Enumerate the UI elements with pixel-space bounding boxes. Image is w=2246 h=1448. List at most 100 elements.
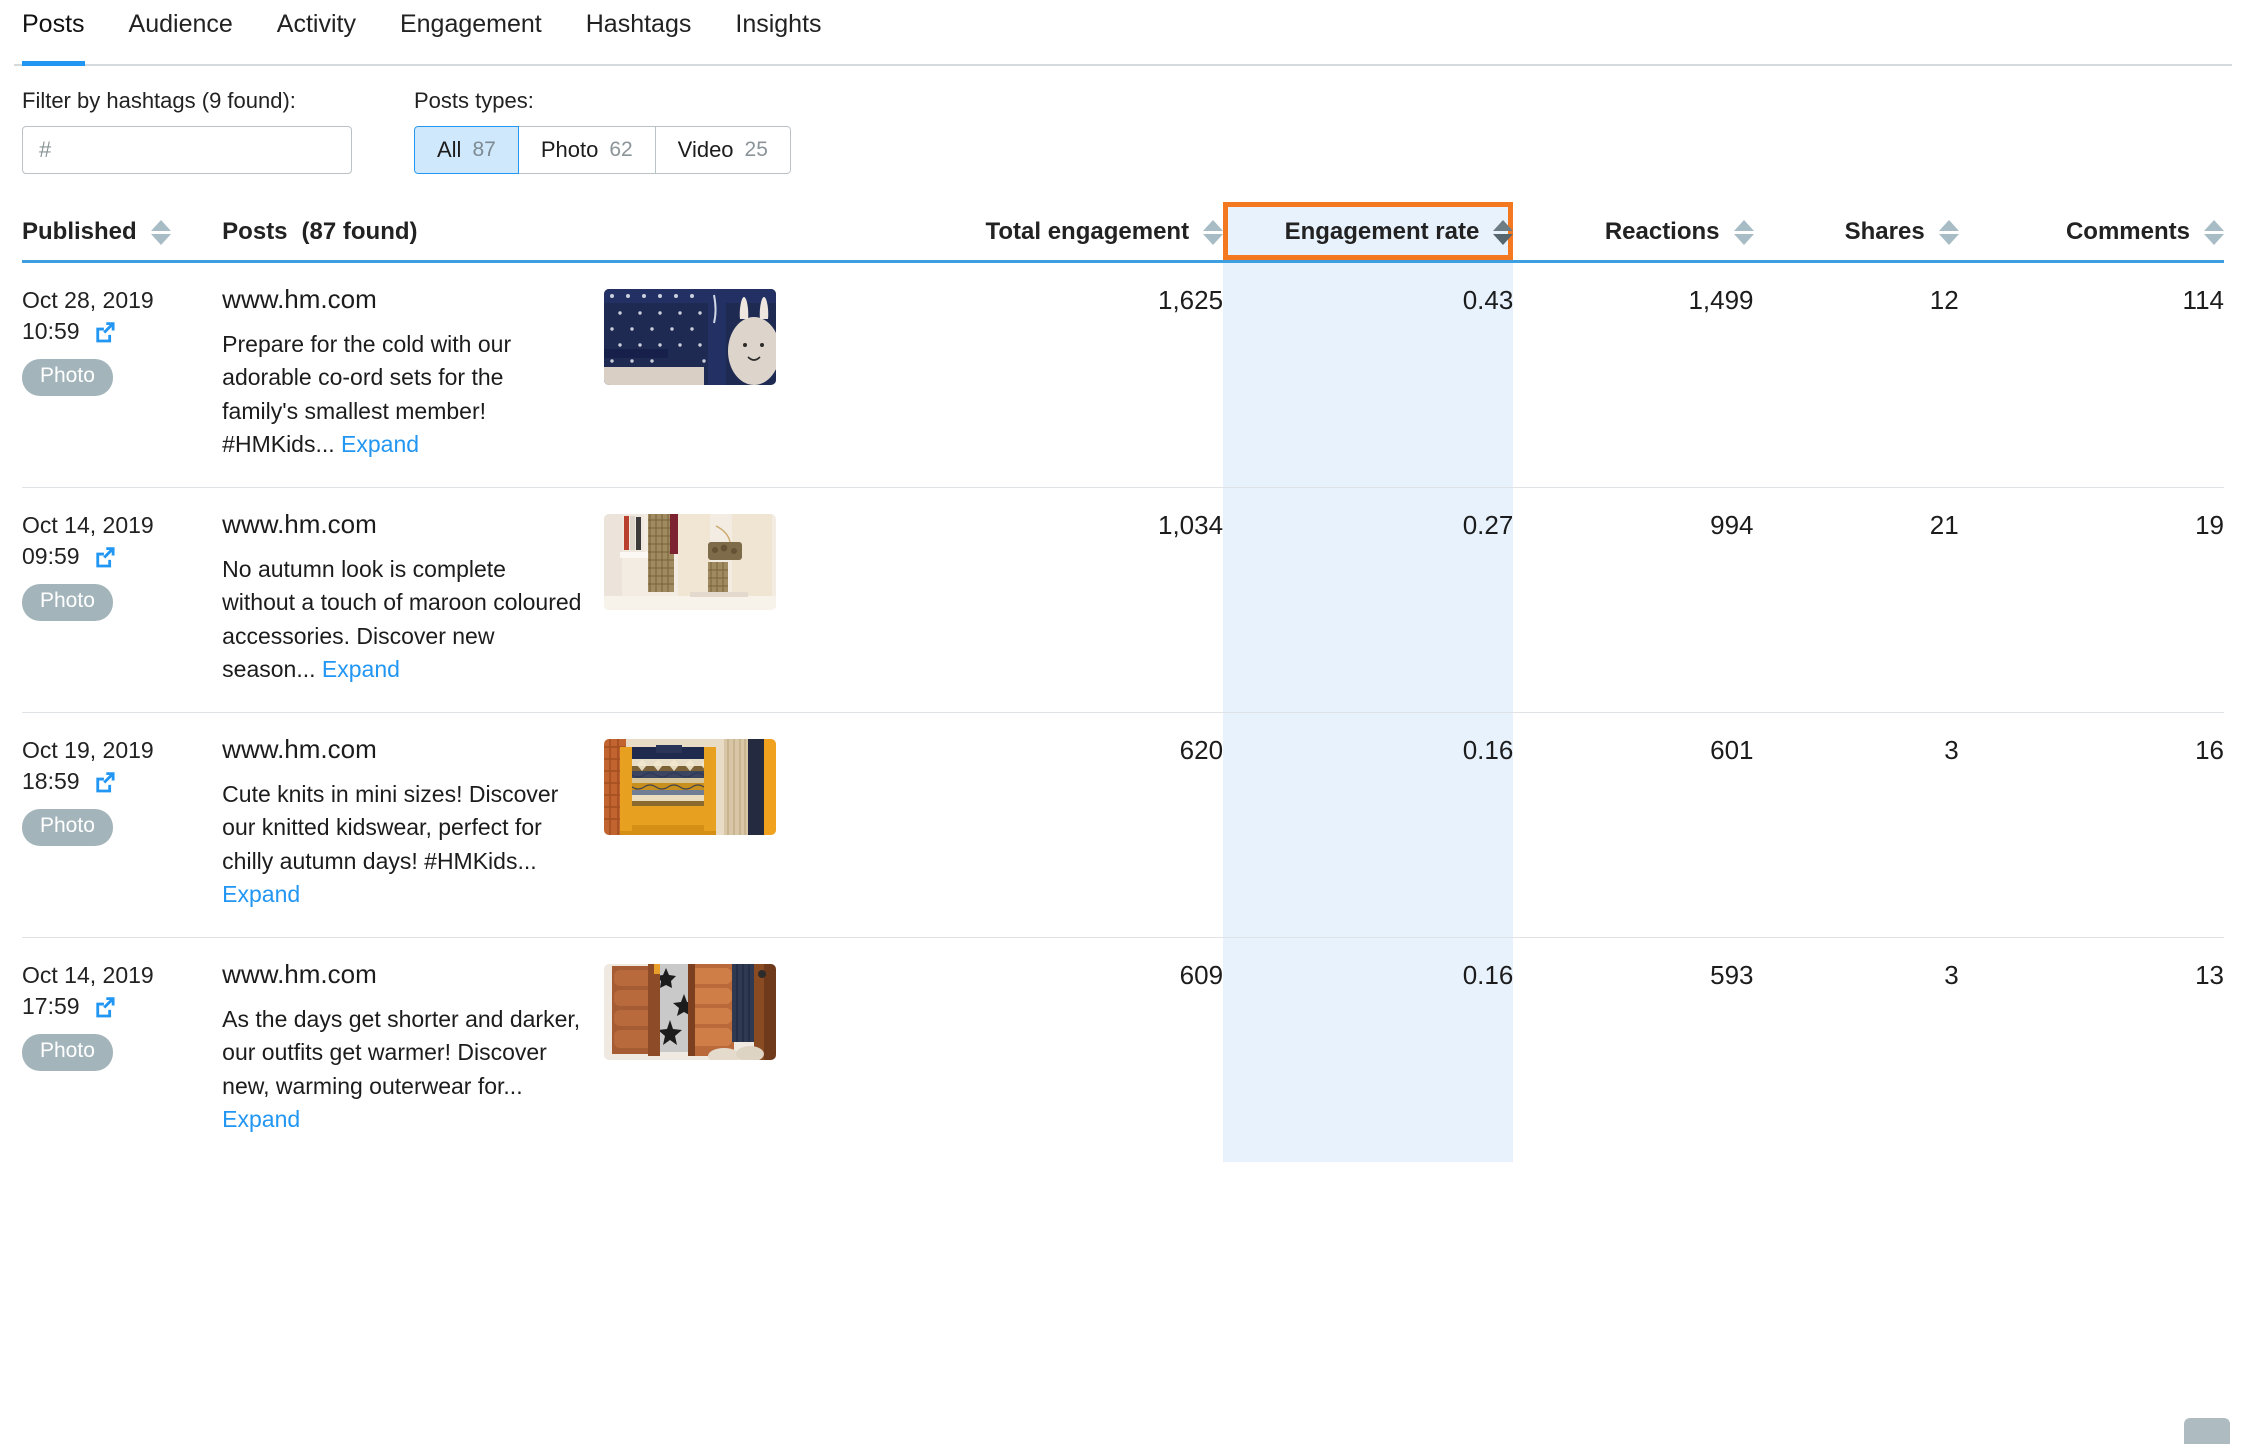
post-type-all[interactable]: All 87	[414, 126, 519, 175]
table-row: Oct 19, 2019 18:59 Photo www.hm.com Cute…	[22, 712, 2224, 939]
cell-published: Oct 14, 2019 09:59 Photo	[22, 487, 223, 714]
expand-link[interactable]: Expand	[322, 656, 400, 682]
cell-post: www.hm.com Prepare for the cold with our…	[222, 261, 903, 489]
sort-icon-engagement-rate[interactable]	[1493, 219, 1514, 245]
cell-total-engagement: 620	[902, 712, 1224, 939]
cell-total-engagement: 1,034	[902, 487, 1224, 714]
post-type-video[interactable]: Video 25	[655, 126, 791, 175]
tab-engagement[interactable]: Engagement	[378, 0, 564, 66]
column-header-engagement-rate[interactable]: Engagement rate	[1223, 202, 1514, 264]
external-link-icon[interactable]	[92, 544, 118, 570]
published-date: Oct 14, 2019	[22, 962, 154, 989]
post-thumbnail[interactable]	[604, 514, 777, 611]
cell-reactions: 994	[1513, 487, 1754, 714]
post-text: No autumn look is complete without a tou…	[222, 555, 582, 682]
table-row: Oct 14, 2019 09:59 Photo www.hm.com No a…	[22, 487, 2224, 714]
cell-comments: 13	[2195, 960, 2224, 991]
post-thumbnail[interactable]	[604, 964, 777, 1061]
column-header-shares-label: Shares	[1844, 218, 1925, 246]
tab-audience-label: Audience	[128, 10, 233, 38]
cell-shares: 21	[1753, 487, 1959, 714]
expand-link[interactable]: Expand	[222, 1106, 300, 1132]
cell-engagement-rate: 0.16	[1223, 712, 1514, 939]
table-header-row: Published Posts (87 found) Total engagem…	[22, 202, 2224, 264]
published-time: 18:59	[22, 768, 80, 795]
tab-hashtags-label: Hashtags	[585, 10, 692, 38]
column-header-comments[interactable]: Comments	[1958, 202, 2224, 264]
sort-icon-shares[interactable]	[1938, 219, 1959, 245]
sort-icon-published[interactable]	[150, 219, 171, 245]
cell-post: www.hm.com As the days get shorter and d…	[222, 938, 903, 1162]
hashtag-filter-group: Filter by hashtags (9 found):	[22, 88, 414, 175]
tab-audience[interactable]: Audience	[107, 0, 255, 66]
column-header-shares[interactable]: Shares	[1753, 202, 1959, 264]
post-type-photo-count: 62	[609, 138, 633, 162]
post-type-video-label: Video	[677, 137, 734, 163]
cell-engagement-rate: 0.27	[1223, 487, 1514, 714]
post-type-video-count: 25	[744, 138, 768, 162]
column-header-total-engagement-label: Total engagement	[985, 218, 1190, 246]
hashtag-filter-label: Filter by hashtags (9 found):	[22, 88, 296, 113]
sort-icon-total-engagement[interactable]	[1203, 219, 1224, 245]
post-thumbnail[interactable]	[604, 739, 777, 836]
sort-icon-reactions[interactable]	[1733, 219, 1754, 245]
post-type-all-count: 87	[472, 138, 496, 162]
post-type-badge: Photo	[22, 359, 113, 396]
tab-hashtags[interactable]: Hashtags	[564, 0, 714, 66]
post-type-segmented-control: All 87 Photo 62 Video 25	[414, 126, 791, 175]
post-domain: www.hm.com	[222, 509, 377, 540]
scrollbar-thumb[interactable]	[2184, 1418, 2230, 1444]
post-type-photo-label: Photo	[540, 137, 599, 163]
column-header-published-label: Published	[22, 218, 137, 246]
cell-reactions: 593	[1710, 960, 1754, 991]
external-link-icon[interactable]	[92, 769, 118, 795]
tab-activity[interactable]: Activity	[255, 0, 378, 66]
posts-table-container: Published Posts (87 found) Total engagem…	[0, 202, 2246, 1163]
cell-published: Oct 28, 2019 10:59 Photo	[22, 261, 223, 489]
table-row: Oct 28, 2019 10:59 Photo www.hm.com Prep…	[22, 261, 2224, 489]
column-header-total-engagement[interactable]: Total engagement	[902, 202, 1224, 264]
cell-shares: 3	[1944, 960, 1959, 991]
column-header-posts-count: (87 found)	[301, 218, 418, 246]
post-types-label: Posts types:	[414, 88, 534, 113]
published-date: Oct 14, 2019	[22, 512, 154, 539]
post-type-badge: Photo	[22, 1034, 113, 1071]
post-type-photo[interactable]: Photo 62	[518, 126, 656, 175]
post-text: Cute knits in mini sizes! Discover our k…	[222, 780, 559, 874]
post-type-all-label: All	[437, 137, 462, 163]
cell-shares: 3	[1753, 712, 1959, 939]
cell-reactions: 1,499	[1513, 261, 1754, 489]
posts-table-body: Oct 28, 2019 10:59 Photo www.hm.com Prep…	[22, 261, 2224, 1163]
column-header-comments-label: Comments	[2065, 218, 2190, 246]
cell-comments: 114	[1958, 261, 2224, 489]
column-header-reactions-label: Reactions	[1604, 218, 1720, 246]
tab-insights-label: Insights	[735, 10, 822, 38]
post-thumbnail[interactable]	[604, 289, 777, 386]
published-time: 17:59	[22, 993, 80, 1020]
column-header-posts-label: Posts	[222, 218, 288, 246]
filters-bar: Filter by hashtags (9 found): Posts type…	[0, 66, 2246, 175]
hashtag-search-input[interactable]	[22, 126, 352, 175]
tab-posts-label: Posts	[22, 10, 85, 38]
cell-reactions: 601	[1513, 712, 1754, 939]
tab-bar: Posts Audience Activity Engagement Hasht…	[0, 0, 2246, 66]
expand-link[interactable]: Expand	[222, 881, 300, 907]
tab-engagement-label: Engagement	[399, 10, 542, 38]
published-date: Oct 28, 2019	[22, 287, 154, 314]
external-link-icon[interactable]	[92, 319, 118, 345]
cell-published: Oct 14, 2019 17:59 Photo	[22, 938, 222, 1162]
cell-post: www.hm.com No autumn look is complete wi…	[222, 487, 903, 714]
column-header-posts: Posts (87 found)	[222, 202, 903, 264]
tab-insights[interactable]: Insights	[713, 0, 843, 66]
expand-link[interactable]: Expand	[341, 431, 419, 457]
tab-posts[interactable]: Posts	[18, 0, 107, 66]
column-header-published[interactable]: Published	[22, 202, 223, 264]
cell-comments: 19	[1958, 487, 2224, 714]
published-date: Oct 19, 2019	[22, 737, 154, 764]
post-type-filter-group: Posts types: All 87 Photo 62 Video 25	[414, 88, 791, 175]
external-link-icon[interactable]	[92, 994, 118, 1020]
sort-icon-comments[interactable]	[2204, 219, 2224, 245]
cell-post: www.hm.com Cute knits in mini sizes! Dis…	[222, 712, 903, 939]
cell-published: Oct 19, 2019 18:59 Photo	[22, 712, 223, 939]
column-header-reactions[interactable]: Reactions	[1513, 202, 1754, 264]
